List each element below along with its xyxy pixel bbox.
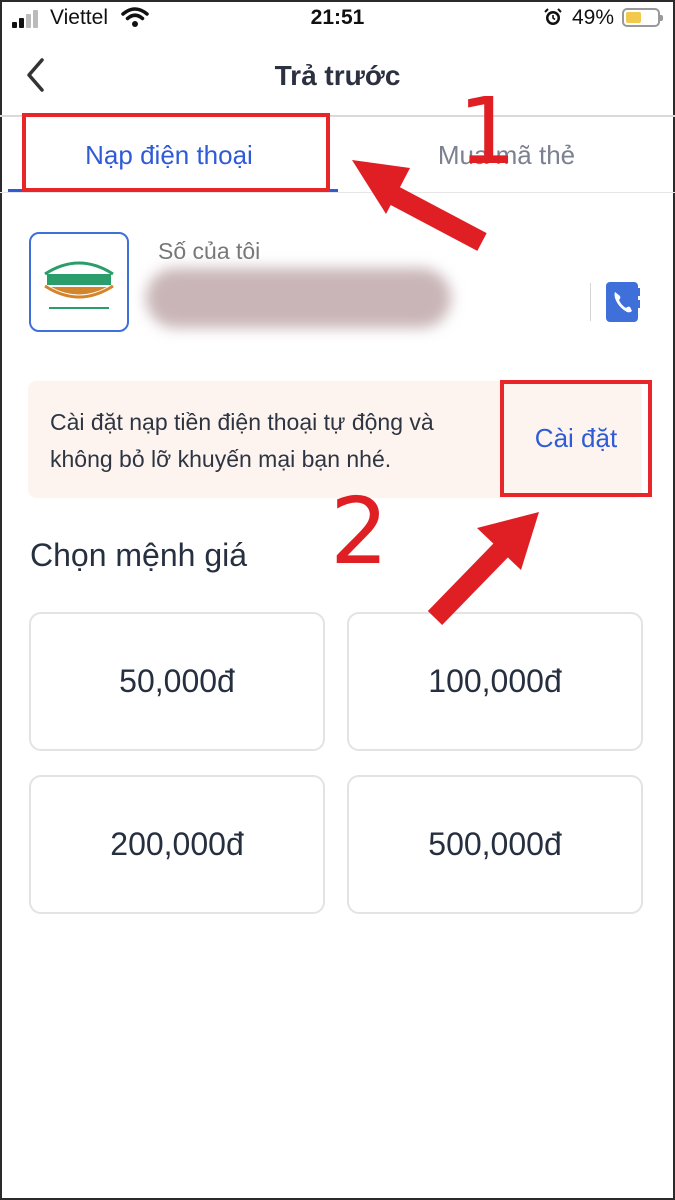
denomination-card-200000[interactable]: 200,000đ xyxy=(29,775,325,914)
battery-percent: 49% xyxy=(572,6,615,29)
page-title: Trả trước xyxy=(274,60,401,91)
my-number-label: Số của tôi xyxy=(158,238,261,264)
tabs-divider xyxy=(0,192,675,193)
battery-icon xyxy=(622,8,663,27)
denomination-card-500000[interactable]: 500,000đ xyxy=(347,775,643,914)
battery-fill xyxy=(626,12,641,23)
arrow-icon-step-2 xyxy=(427,512,539,625)
viettel-logo-graphic xyxy=(44,261,114,309)
contact-separator xyxy=(590,283,591,321)
phone-book-icon[interactable] xyxy=(606,282,640,322)
navigation-header: Trả trước xyxy=(0,40,675,114)
denomination-title: Chọn mệnh giá xyxy=(30,537,248,573)
phone-number-blurred[interactable] xyxy=(146,268,451,328)
banner-message: Cài đặt nạp tiền điện thoại tự động và k… xyxy=(50,409,434,472)
annotation-step-2: 2 xyxy=(330,478,389,585)
denomination-card-100000[interactable]: 100,000đ xyxy=(347,612,643,751)
highlight-box-setup xyxy=(500,380,652,497)
highlight-box-tab xyxy=(22,113,330,192)
denomination-card-50000[interactable]: 50,000đ xyxy=(29,612,325,751)
arrow-icon-step-1 xyxy=(352,160,487,251)
alarm-icon xyxy=(544,8,562,25)
viettel-logo[interactable] xyxy=(29,232,129,332)
status-bar: Viettel 21:51 49% xyxy=(0,0,675,36)
